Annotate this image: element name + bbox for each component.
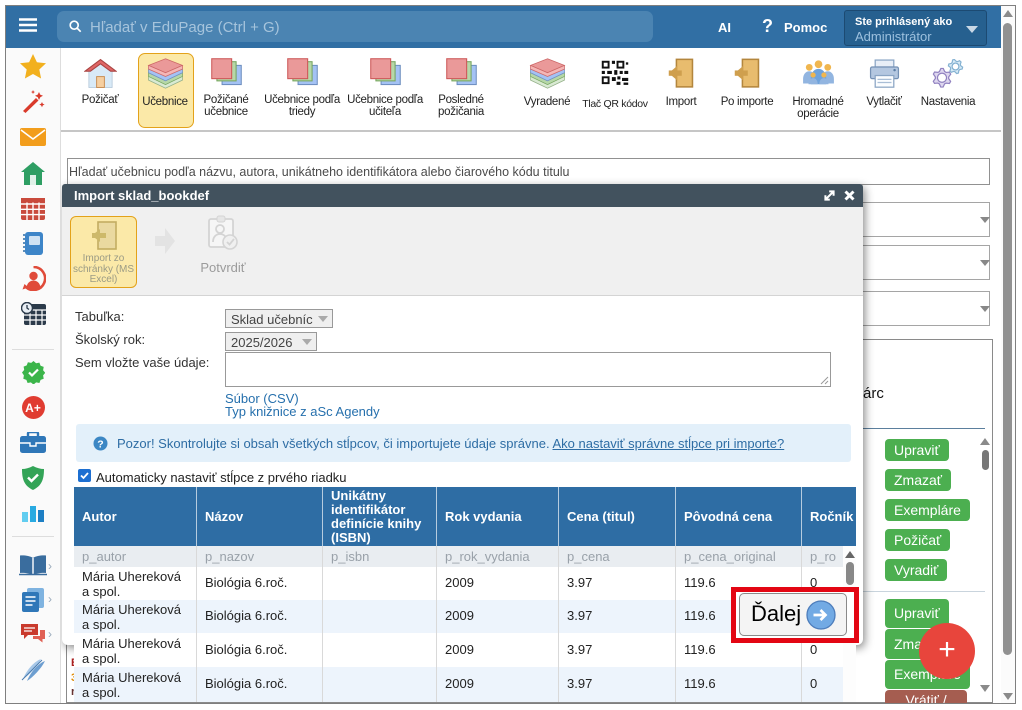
svg-text:?: ? [97, 438, 103, 450]
svg-text:A+: A+ [25, 401, 41, 415]
